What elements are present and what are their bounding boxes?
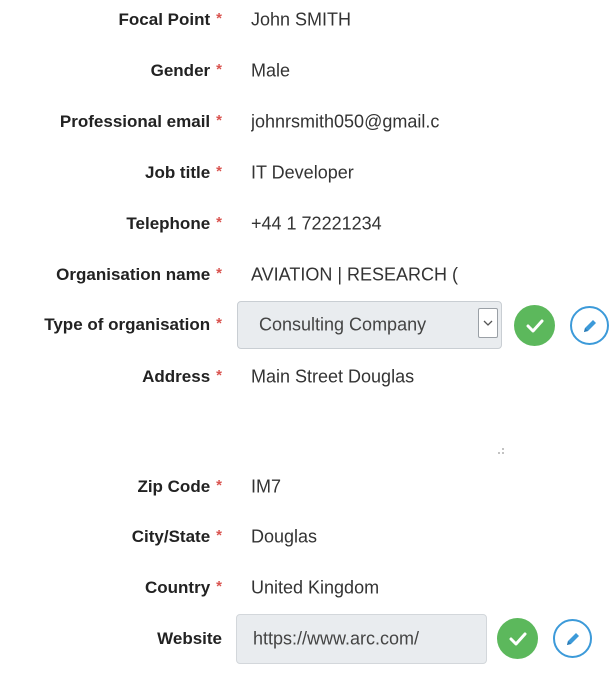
- required-marker: *: [216, 578, 222, 595]
- country-row: Country * United Kingdom: [0, 568, 613, 608]
- city-state-row: City/State * Douglas: [0, 517, 613, 557]
- professional-email-row: Professional email * johnrsmith050@gmail.…: [0, 102, 613, 142]
- required-marker: *: [216, 527, 222, 544]
- gender-label: Gender *: [150, 61, 222, 80]
- website-input-value: https://www.arc.com/: [253, 628, 420, 649]
- required-marker: *: [216, 367, 222, 384]
- required-marker: *: [216, 265, 222, 282]
- required-marker: *: [216, 477, 222, 494]
- organisation-name-label: Organisation name *: [56, 265, 222, 284]
- website-row: Website https://www.arc.com/: [0, 614, 613, 664]
- type-of-organisation-select[interactable]: Consulting Company: [237, 301, 502, 349]
- gender-row: Gender * Male: [0, 51, 613, 91]
- zip-code-label: Zip Code *: [137, 477, 222, 496]
- job-title-row: Job title * IT Developer: [0, 153, 613, 193]
- resize-grip-icon[interactable]: [493, 443, 505, 455]
- edit-website-button[interactable]: [553, 619, 592, 658]
- professional-email-value: johnrsmith050@gmail.c: [251, 111, 440, 132]
- website-label: Website: [157, 629, 222, 648]
- focal-point-value: John SMITH: [251, 9, 352, 30]
- address-label: Address *: [142, 367, 222, 386]
- confirm-organisation-type-button[interactable]: [514, 305, 555, 346]
- organisation-name-value: AVIATION | RESEARCH (: [251, 264, 459, 285]
- gender-value: Male: [251, 60, 291, 81]
- country-value: United Kingdom: [251, 577, 380, 598]
- job-title-value: IT Developer: [251, 162, 354, 183]
- type-of-organisation-label: Type of organisation *: [44, 315, 222, 334]
- required-marker: *: [216, 214, 222, 231]
- website-input[interactable]: https://www.arc.com/: [236, 614, 487, 664]
- required-marker: *: [216, 10, 222, 27]
- required-marker: *: [216, 61, 222, 78]
- pencil-icon: [566, 632, 579, 645]
- required-marker: *: [216, 315, 222, 332]
- confirm-website-button[interactable]: [497, 618, 538, 659]
- pencil-icon: [583, 319, 596, 332]
- check-icon: [526, 319, 543, 332]
- address-value: Main Street Douglas: [251, 366, 415, 387]
- focal-point-label: Focal Point *: [118, 10, 222, 29]
- professional-email-label: Professional email *: [59, 112, 222, 131]
- city-state-value: Douglas: [251, 526, 318, 547]
- edit-organisation-type-button[interactable]: [570, 306, 609, 345]
- telephone-label: Telephone *: [126, 214, 222, 233]
- zip-code-value: IM7: [251, 476, 282, 497]
- zip-code-row: Zip Code * IM7: [0, 467, 613, 507]
- type-of-organisation-row: Type of organisation * Consulting Company: [0, 300, 613, 350]
- country-label: Country *: [144, 578, 222, 597]
- job-title-label: Job title *: [144, 163, 222, 182]
- telephone-row: Telephone * +44 1 72221234: [0, 204, 613, 244]
- telephone-value: +44 1 72221234: [251, 213, 382, 234]
- organisation-name-row: Organisation name * AVIATION | RESEARCH (: [0, 255, 613, 295]
- required-marker: *: [216, 112, 222, 129]
- type-of-organisation-selected: Consulting Company: [259, 314, 427, 335]
- required-marker: *: [216, 163, 222, 180]
- chevron-down-icon[interactable]: [478, 308, 498, 338]
- focal-point-row: Focal Point * John SMITH: [0, 0, 613, 40]
- city-state-label: City/State *: [131, 527, 222, 546]
- check-icon: [509, 632, 526, 645]
- address-row: Address * Main Street Douglas: [0, 357, 613, 397]
